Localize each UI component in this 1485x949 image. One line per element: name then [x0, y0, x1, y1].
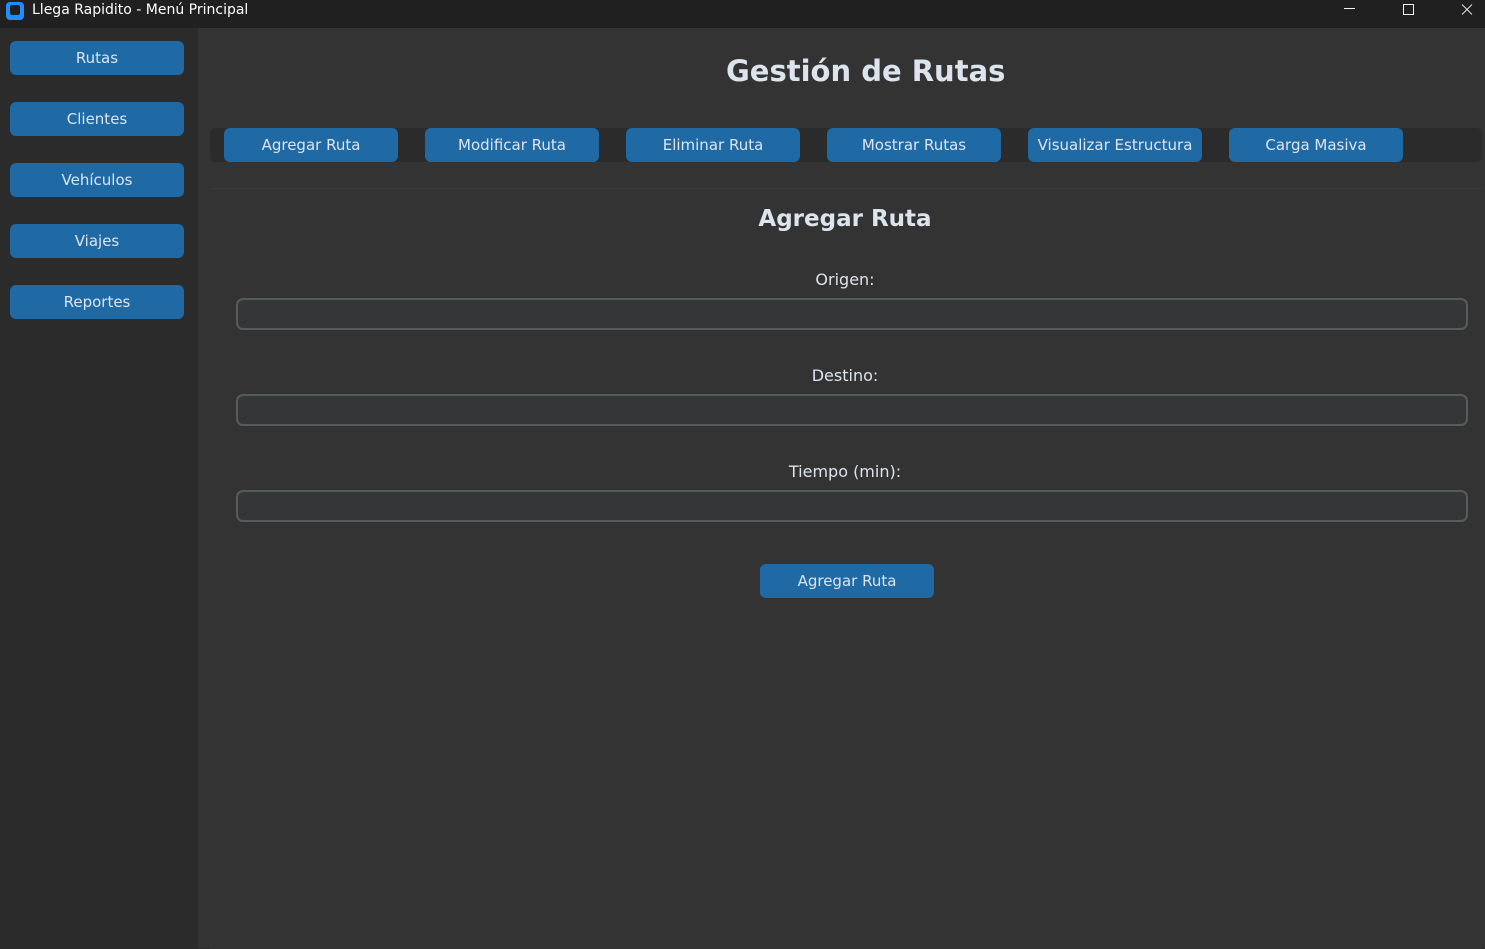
origen-label: Origen: [815, 270, 875, 289]
sidebar-item-clientes[interactable]: Clientes [10, 102, 184, 136]
minimize-icon[interactable] [1321, 0, 1379, 22]
window-title: Llega Rapidito - Menú Principal [32, 2, 249, 18]
tab-carga-masiva[interactable]: Carga Masiva [1229, 128, 1403, 162]
tiempo-field[interactable] [236, 490, 1468, 522]
main-content: Gestión de Rutas Agregar Ruta Modificar … [198, 28, 1485, 949]
app-icon [6, 2, 24, 20]
sidebar-item-vehiculos[interactable]: Vehículos [10, 163, 184, 197]
sidebar-item-viajes[interactable]: Viajes [10, 224, 184, 258]
add-route-form: Agregar Ruta Origen: Destino: Tiempo (mi… [210, 188, 1482, 949]
destino-label: Destino: [811, 366, 879, 385]
tab-bar: Agregar Ruta Modificar Ruta Eliminar Rut… [210, 128, 1482, 162]
title-bar: Llega Rapidito - Menú Principal [0, 0, 1485, 28]
origen-field[interactable] [236, 298, 1468, 330]
sidebar-item-rutas[interactable]: Rutas [10, 41, 184, 75]
close-icon[interactable] [1438, 0, 1485, 22]
tab-agregar-ruta[interactable]: Agregar Ruta [224, 128, 398, 162]
tab-modificar-ruta[interactable]: Modificar Ruta [425, 128, 599, 162]
form-title: Agregar Ruta [758, 206, 932, 232]
sidebar-item-reportes[interactable]: Reportes [10, 285, 184, 319]
maximize-icon[interactable] [1379, 0, 1437, 22]
tiempo-label: Tiempo (min): [788, 462, 902, 481]
destino-field[interactable] [236, 394, 1468, 426]
agregar-ruta-button[interactable]: Agregar Ruta [760, 564, 934, 598]
tab-visualizar-estructura[interactable]: Visualizar Estructura [1028, 128, 1202, 162]
tab-eliminar-ruta[interactable]: Eliminar Ruta [626, 128, 800, 162]
sidebar: Rutas Clientes Vehículos Viajes Reportes [0, 28, 198, 948]
tab-mostrar-rutas[interactable]: Mostrar Rutas [827, 128, 1001, 162]
page-title: Gestión de Rutas [726, 54, 1006, 88]
